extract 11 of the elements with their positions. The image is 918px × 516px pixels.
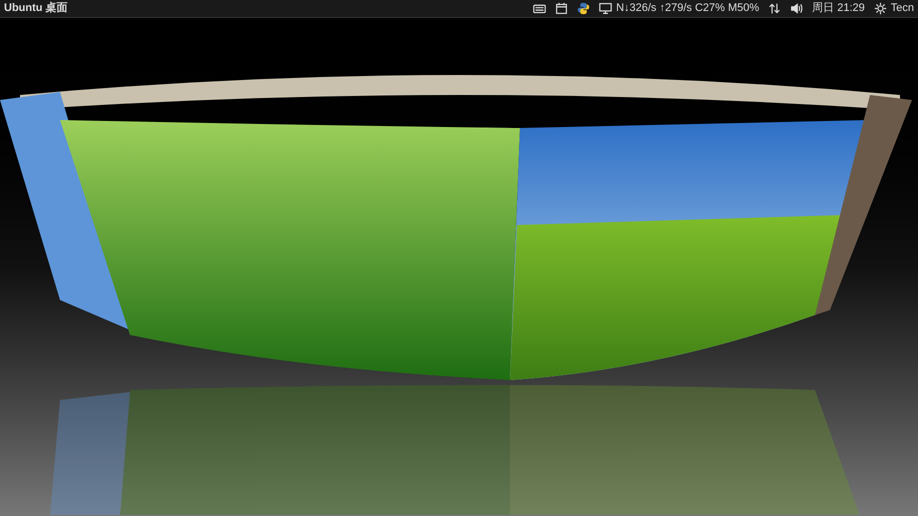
- keyboard-icon[interactable]: [533, 2, 546, 15]
- monitor-icon[interactable]: [599, 2, 612, 15]
- indicator-label[interactable]: N↓326/s ↑279/s C27% M50%: [616, 0, 760, 17]
- network-arrows-icon[interactable]: [768, 2, 782, 15]
- volume-icon[interactable]: [790, 2, 804, 15]
- settings-icon[interactable]: [874, 2, 887, 15]
- window-title: Ubuntu 桌面: [4, 0, 68, 16]
- calendar-icon[interactable]: [555, 2, 568, 15]
- indicator-label[interactable]: Tecn: [890, 0, 914, 17]
- snake-icon[interactable]: [577, 2, 590, 15]
- indicator-label[interactable]: 周日 21:29: [812, 0, 865, 17]
